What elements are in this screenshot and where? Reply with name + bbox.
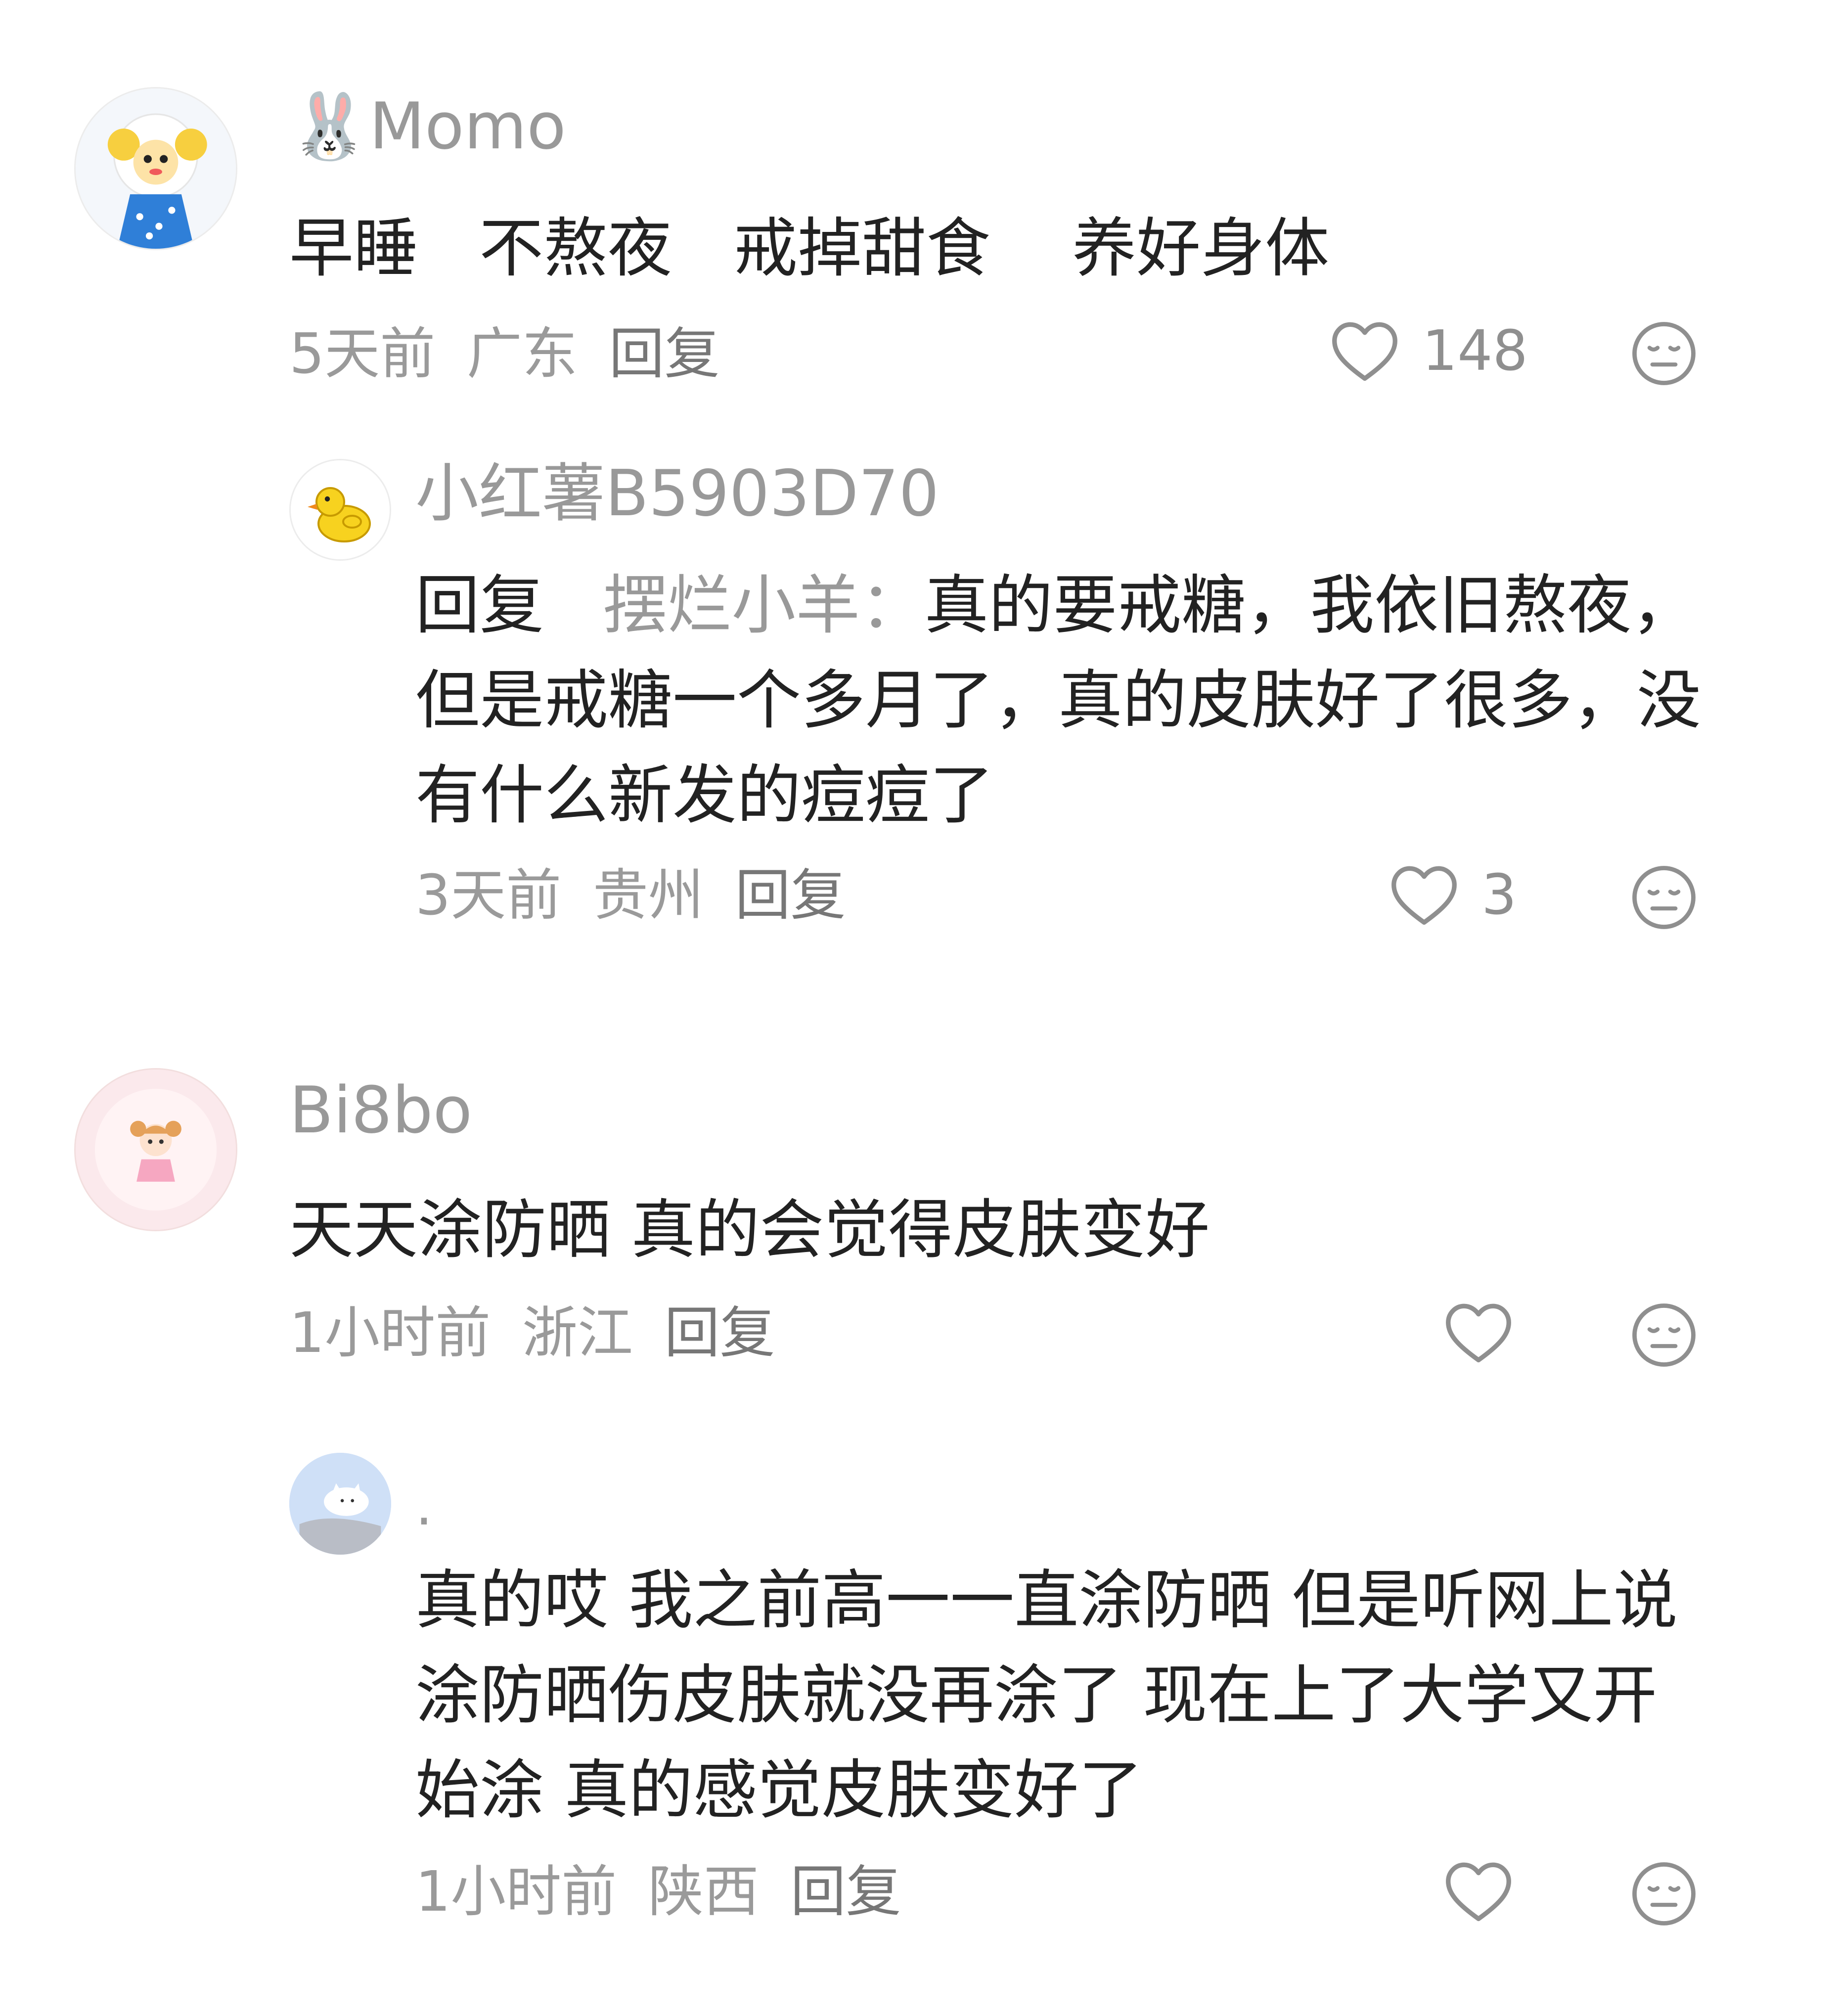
reply-button[interactable]: 回复 (609, 322, 719, 386)
reply-meta: 3天前 贵州 回复 (415, 868, 859, 923)
like-count: 148 (1422, 319, 1528, 383)
meh-face-icon (1632, 322, 1696, 385)
meh-face-icon (1632, 866, 1696, 929)
comment-meta: 1小时前 浙江 回复 (289, 1305, 789, 1361)
comment-text: 天天涂防晒 真的会觉得皮肤变好 (289, 1192, 1210, 1267)
heart-icon (1446, 1303, 1511, 1363)
comment-meta: 5天前 广东 回复 (289, 326, 733, 382)
reply-author[interactable]: . (415, 1478, 433, 1533)
comment-author[interactable]: 🐰Momo (289, 94, 566, 158)
reply-author[interactable]: 小红薯B5903D70 (415, 462, 939, 526)
like-button[interactable]: 3 (1389, 863, 1517, 927)
comment-time: 5天前 (289, 322, 436, 386)
reply-location: 贵州 (592, 863, 704, 928)
comment-time: 1小时前 (289, 1301, 491, 1365)
heart-icon (1446, 1862, 1511, 1922)
girl-cartoon-avatar-icon (76, 1070, 236, 1230)
dislike-button[interactable] (1629, 1300, 1699, 1370)
heart-icon (1332, 322, 1397, 381)
duck-avatar-icon (291, 460, 390, 559)
comment-text: 早睡 不熬夜 戒掉甜食 养好身体 (289, 211, 1330, 286)
like-button[interactable]: 148 (1330, 319, 1528, 383)
dislike-button[interactable] (1629, 1859, 1699, 1928)
reply-prefix: 回复 (415, 568, 544, 643)
comment-author[interactable]: Bi8bo (289, 1078, 472, 1142)
dislike-button[interactable] (1629, 863, 1699, 932)
sheep-doll-avatar-icon (76, 89, 236, 249)
user-avatar[interactable] (289, 1453, 391, 1555)
like-button[interactable] (1444, 1300, 1536, 1365)
reply-location: 陕西 (648, 1860, 759, 1924)
like-count: 3 (1481, 863, 1517, 927)
heart-icon (1391, 866, 1457, 925)
reply-text: 回复 摆烂小羊：真的要戒糖，我依旧熬夜，但是戒糖一个多月了，真的皮肤好了很多，没… (415, 558, 1701, 843)
comment-location: 广东 (466, 322, 578, 386)
reply-time: 3天前 (415, 863, 562, 928)
user-avatar[interactable] (74, 87, 237, 250)
meh-face-icon (1632, 1862, 1696, 1926)
mention-link[interactable]: 摆烂小羊： (603, 568, 924, 643)
cat-avatar-icon (289, 1453, 391, 1555)
reply-time: 1小时前 (415, 1860, 617, 1924)
dislike-button[interactable] (1629, 319, 1699, 388)
user-avatar[interactable] (289, 459, 391, 561)
reply-button[interactable]: 回复 (735, 863, 846, 928)
reply-meta: 1小时前 陕西 回复 (415, 1864, 915, 1920)
reply-button[interactable]: 回复 (664, 1301, 775, 1365)
user-avatar[interactable] (74, 1068, 237, 1231)
like-button[interactable] (1444, 1859, 1536, 1924)
meh-face-icon (1632, 1303, 1696, 1367)
comment-location: 浙江 (522, 1301, 633, 1365)
reply-text: 真的哎 我之前高一一直涂防晒 但是听网上说涂防晒伤皮肤就没再涂了 现在上了大学又… (415, 1563, 1678, 1828)
reply-button[interactable]: 回复 (790, 1860, 901, 1924)
